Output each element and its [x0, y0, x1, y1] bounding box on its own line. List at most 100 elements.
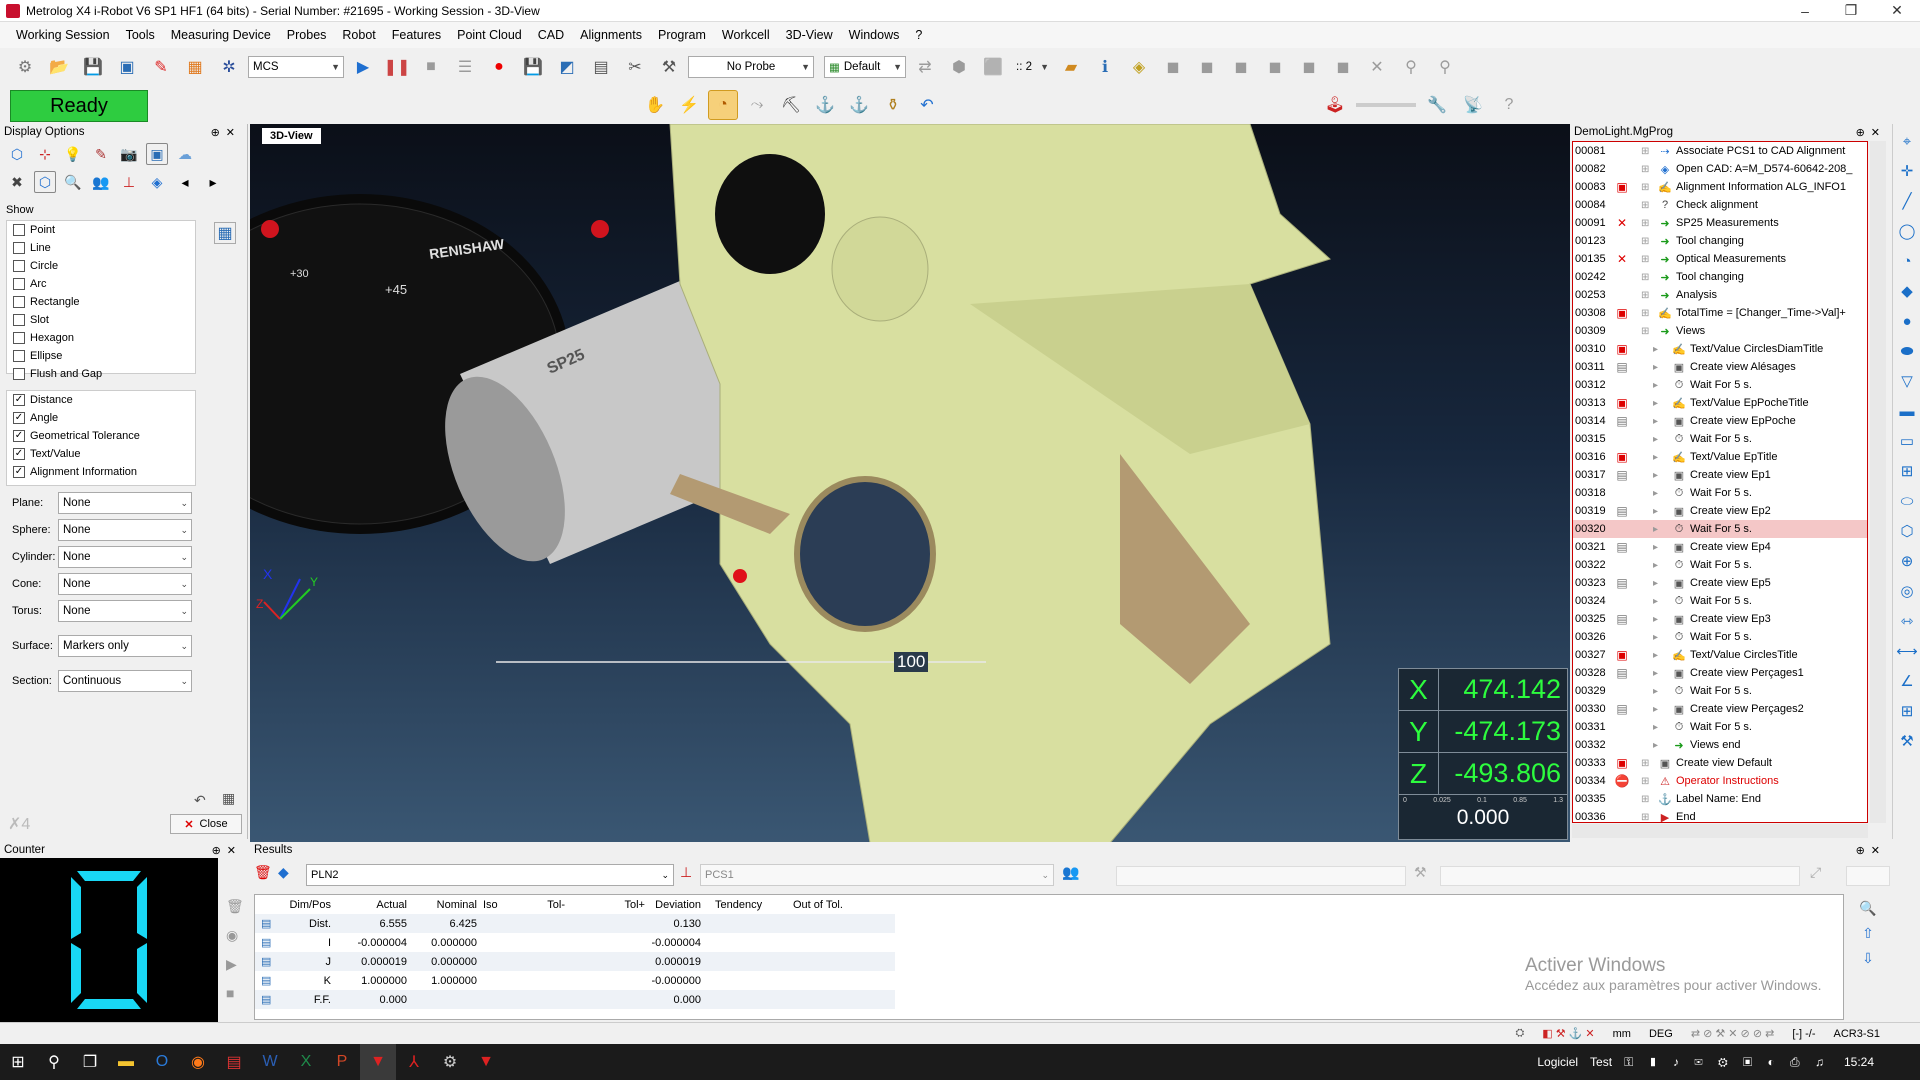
arc-icon[interactable]: ◔: [1894, 248, 1920, 274]
program-line-00327[interactable]: 00327 ▣ ▸ ✍ Text/Value CirclesTitle: [1573, 646, 1867, 664]
program-tree[interactable]: 00081 ⊞ ⇢ Associate PCS1 to CAD Alignment 00…: [1572, 141, 1868, 823]
results-row[interactable]: ▤ K 1.000000 1.000000 -0.000000: [255, 971, 895, 990]
metrolog-2-taskbar-icon[interactable]: ▼: [468, 1044, 504, 1080]
grid-icon[interactable]: ⊞: [1894, 698, 1920, 724]
results-option-field[interactable]: [1440, 866, 1800, 886]
feature-select[interactable]: PLN2 ⌄: [306, 864, 674, 886]
tree-branch-icon[interactable]: ▸: [1631, 470, 1671, 481]
rectangle-icon[interactable]: ▭: [1894, 428, 1920, 454]
menu-alignments[interactable]: Alignments: [572, 28, 650, 42]
tree-branch-icon[interactable]: ▸: [1631, 398, 1671, 409]
measure-tool-icon[interactable]: ✂: [620, 52, 650, 82]
plane-icon[interactable]: ◆: [1894, 278, 1920, 304]
feature-auto-icon[interactable]: ⌖: [1894, 128, 1920, 154]
probe-display-icon[interactable]: ✎: [90, 143, 112, 165]
tree-branch-icon[interactable]: ▸: [1631, 362, 1671, 373]
menu-point-cloud[interactable]: Point Cloud: [449, 28, 530, 42]
torus-icon[interactable]: ◎: [1894, 578, 1920, 604]
tray-icons[interactable]: ⚿ ▮ ♪ ✉ ⚙ ▣ ◐ ⎙ ♫: [1624, 1055, 1830, 1070]
checkbox-ellipse[interactable]: Ellipse: [7, 347, 195, 365]
pause-icon[interactable]: ❚❚: [382, 52, 412, 82]
anchor-icon[interactable]: ⚓: [810, 90, 840, 120]
circle-icon[interactable]: ◯: [1894, 218, 1920, 244]
cylinder-icon[interactable]: ⬬: [1894, 338, 1920, 364]
tree-branch-icon[interactable]: ▸: [1631, 596, 1671, 607]
point-icon[interactable]: ✛: [1894, 158, 1920, 184]
check-mark-icon[interactable]: ✓: [13, 430, 25, 442]
disabled-tool-8-icon[interactable]: ⚲: [1396, 52, 1426, 82]
tree-expand-icon[interactable]: ⊞: [1631, 164, 1657, 175]
results-row[interactable]: ▤ I -0.000004 0.000000 -0.000004: [255, 933, 895, 952]
program-line-00242[interactable]: 00242 ⊞ ➜ Tool changing: [1573, 268, 1867, 286]
tree-branch-icon[interactable]: ▸: [1631, 704, 1671, 715]
cube-solid-icon[interactable]: ⬛: [978, 52, 1008, 82]
line-icon[interactable]: ╱: [1894, 188, 1920, 214]
delete-result-icon[interactable]: 🗑: [254, 864, 272, 881]
info-icon[interactable]: ℹ: [1090, 52, 1120, 82]
program-line-00321[interactable]: 00321 ▤ ▸ ▣ Create view Ep4: [1573, 538, 1867, 556]
program-line-00330[interactable]: 00330 ▤ ▸ ▣ Create view Perçages2: [1573, 700, 1867, 718]
program-line-00326[interactable]: 00326 ▸ ⏱ Wait For 5 s.: [1573, 628, 1867, 646]
checkbox-box[interactable]: [13, 314, 25, 326]
check-mark-icon[interactable]: ✓: [13, 412, 25, 424]
3d-scene[interactable]: RENISHAW +45 +30 SP25 X Y Z: [250, 124, 1570, 843]
speed-gauge-icon[interactable]: ◔: [708, 90, 738, 120]
menu-robot[interactable]: Robot: [334, 28, 383, 42]
program-line-00308[interactable]: 00308 ▣ ⊞ ✍ TotalTime = [Changer_Time->Val]+: [1573, 304, 1867, 322]
menu-program[interactable]: Program: [650, 28, 714, 42]
check-mark-icon[interactable]: ✓: [13, 394, 25, 406]
checkbox-point[interactable]: Point: [7, 221, 195, 239]
report-icon[interactable]: ▦: [180, 52, 210, 82]
wrench-icon[interactable]: 🔧: [1422, 90, 1452, 120]
tree-expand-icon[interactable]: ⊞: [1631, 290, 1657, 301]
checkbox-alignment-information[interactable]: ✓ Alignment Information: [7, 463, 195, 481]
cad-import-icon[interactable]: ▤: [586, 52, 616, 82]
program-line-00328[interactable]: 00328 ▤ ▸ ▣ Create view Perçages1: [1573, 664, 1867, 682]
program-line-00313[interactable]: 00313 ▣ ▸ ✍ Text/Value EpPocheTitle: [1573, 394, 1867, 412]
cad-view-icon[interactable]: ◩: [552, 52, 582, 82]
group-icon[interactable]: 👥: [90, 171, 112, 193]
tree-expand-icon[interactable]: ⊞: [1631, 146, 1657, 157]
program-line-00253[interactable]: 00253 ⊞ ➜ Analysis: [1573, 286, 1867, 304]
program-scrollbar[interactable]: [1870, 141, 1886, 823]
restore-button[interactable]: ❐: [1828, 2, 1874, 19]
tree-expand-icon[interactable]: ⊞: [1631, 794, 1657, 805]
powerpoint-icon[interactable]: P: [324, 1044, 360, 1080]
tree-branch-icon[interactable]: ▸: [1631, 668, 1671, 679]
display-tab-icon[interactable]: ⬡: [34, 171, 56, 193]
display-settings-icon[interactable]: ▦: [214, 222, 236, 244]
tools-icon[interactable]: ✖: [6, 171, 28, 193]
program-line-00310[interactable]: 00310 ▣ ▸ ✍ Text/Value CirclesDiamTitle: [1573, 340, 1867, 358]
program-line-00319[interactable]: 00319 ▤ ▸ ▣ Create view Ep2: [1573, 502, 1867, 520]
check-mark-icon[interactable]: ✓: [13, 466, 25, 478]
tool-icon[interactable]: ⚒: [1894, 728, 1920, 754]
menu-cad[interactable]: CAD: [530, 28, 572, 42]
results-extra-field[interactable]: [1846, 866, 1890, 886]
tree-branch-icon[interactable]: ▸: [1631, 488, 1671, 499]
tree-branch-icon[interactable]: ▸: [1631, 506, 1671, 517]
program-line-00323[interactable]: 00323 ▤ ▸ ▣ Create view Ep5: [1573, 574, 1867, 592]
torus-select[interactable]: None ⌄: [58, 600, 192, 622]
checkbox-box[interactable]: [13, 332, 25, 344]
zoom-select[interactable]: :: 2 ▼: [1012, 56, 1052, 78]
settings-gear-icon[interactable]: ⚙: [10, 52, 40, 82]
next-icon[interactable]: ▶: [226, 956, 244, 973]
anchor-2-icon[interactable]: ⚓: [844, 90, 874, 120]
tree-expand-icon[interactable]: ⊞: [1631, 272, 1657, 283]
program-line-00335[interactable]: 00335 ⊞ ⚓ Label Name: End: [1573, 790, 1867, 808]
checkbox-distance[interactable]: ✓ Distance: [7, 391, 195, 409]
target-icon[interactable]: ⊕: [1894, 548, 1920, 574]
tree-expand-icon[interactable]: ⊞: [1631, 326, 1657, 337]
tree-branch-icon[interactable]: ▸: [1631, 452, 1671, 463]
section-select[interactable]: Continuous ⌄: [58, 670, 192, 692]
program-line-00083[interactable]: 00083 ▣ ⊞ ✍ Alignment Information ALG_INFO1: [1573, 178, 1867, 196]
checkbox-flush-and-gap[interactable]: Flush and Gap: [7, 365, 195, 383]
program-line-00334[interactable]: 00334 ⛔ ⊞ ⚠ Operator Instructions: [1573, 772, 1867, 790]
program-line-00322[interactable]: 00322 ▸ ⏱ Wait For 5 s.: [1573, 556, 1867, 574]
points-display-icon[interactable]: ⊹: [34, 143, 56, 165]
sphere-select[interactable]: None ⌄: [58, 519, 192, 541]
tree-branch-icon[interactable]: ▸: [1631, 416, 1671, 427]
windows-start-icon[interactable]: ⊞: [0, 1044, 36, 1080]
checkbox-box[interactable]: [13, 350, 25, 362]
disabled-tool-7-icon[interactable]: ✕: [1362, 52, 1392, 82]
